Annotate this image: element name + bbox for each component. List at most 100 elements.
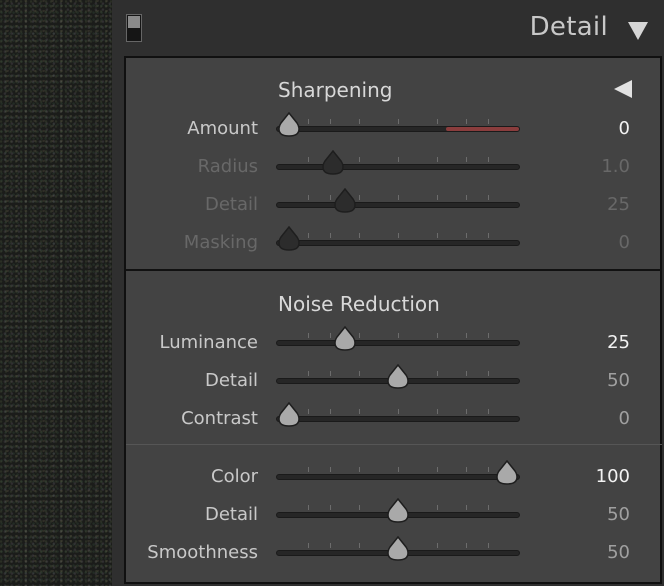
slider-track-radius[interactable] <box>276 150 520 175</box>
slider-value-smoothness[interactable]: 50 <box>607 534 630 572</box>
triangle-left-icon[interactable] <box>614 80 632 98</box>
slider-tick <box>330 195 332 200</box>
slider-tick <box>465 333 467 338</box>
slider-tick <box>308 157 310 162</box>
slider-track-luminance[interactable] <box>276 326 520 351</box>
slider-row-lum-detail: Detail 50 <box>0 362 664 400</box>
slider-tick <box>330 333 332 338</box>
slider-thumb-detail[interactable] <box>333 188 356 214</box>
slider-track-masking[interactable] <box>276 226 520 251</box>
slider-tick <box>487 467 489 472</box>
slider-tick <box>487 543 489 548</box>
slider-tick <box>359 467 361 472</box>
slider-tick <box>359 371 361 376</box>
slider-label-amount: Amount <box>187 118 258 139</box>
slider-tick <box>465 233 467 238</box>
slider-tick <box>487 233 489 238</box>
slider-value-lum-detail[interactable]: 50 <box>607 362 630 400</box>
slider-fill <box>446 127 519 131</box>
slider-tick <box>359 233 361 238</box>
slider-thumb-smoothness[interactable] <box>387 536 409 562</box>
slider-track-color[interactable] <box>276 460 520 485</box>
slider-track-detail[interactable] <box>276 188 520 213</box>
slider-track-color-detail[interactable] <box>276 498 520 523</box>
slider-row-radius: Radius 1.0 <box>0 148 664 186</box>
slider-tick <box>359 157 361 162</box>
slider-label-luminance: Luminance <box>159 332 258 353</box>
slider-label-lum-detail: Detail <box>204 370 258 391</box>
slider-tick <box>308 233 310 238</box>
slider-thumb-color[interactable] <box>496 460 518 486</box>
slider-thumb-amount[interactable] <box>278 112 300 138</box>
slider-tick <box>308 119 310 124</box>
slider-tick <box>436 119 438 124</box>
slider-thumb-lum-detail[interactable] <box>387 364 409 390</box>
slider-tick <box>465 157 467 162</box>
slider-tick <box>330 371 332 376</box>
slider-row-luminance: Luminance 25 <box>0 324 664 362</box>
slider-thumb-luminance[interactable] <box>333 326 356 352</box>
slider-value-color[interactable]: 100 <box>596 458 630 496</box>
slider-tick <box>436 409 438 414</box>
slider-row-color: Color 100 <box>0 458 664 496</box>
triangle-down-icon[interactable] <box>628 22 648 40</box>
slider-tick <box>330 467 332 472</box>
slider-tick <box>436 505 438 510</box>
slider-value-color-detail[interactable]: 50 <box>607 496 630 534</box>
slider-row-masking: Masking 0 <box>0 224 664 262</box>
slider-tick <box>359 543 361 548</box>
slider-value-amount[interactable]: 0 <box>619 110 630 148</box>
slider-tick <box>308 371 310 376</box>
slider-tick <box>436 543 438 548</box>
slider-thumb-radius[interactable] <box>321 150 344 176</box>
slider-tick <box>487 157 489 162</box>
slider-label-color-detail: Detail <box>204 504 258 525</box>
slider-thumb-contrast[interactable] <box>278 402 300 428</box>
slider-row-smoothness: Smoothness 50 <box>0 534 664 572</box>
slider-tick <box>487 333 489 338</box>
slider-tick <box>398 195 399 200</box>
slider-value-contrast[interactable]: 0 <box>619 400 630 438</box>
slider-tick <box>436 371 438 376</box>
slider-thumb-color-detail[interactable] <box>387 498 409 524</box>
slider-track-smoothness[interactable] <box>276 536 520 561</box>
slider-tick <box>308 505 310 510</box>
slider-tick <box>308 543 310 548</box>
slider-tick <box>398 233 399 238</box>
slider-tick <box>398 409 399 414</box>
slider-tick <box>436 233 438 238</box>
slider-track-contrast[interactable] <box>276 402 520 427</box>
slider-tick <box>487 195 489 200</box>
panel-header[interactable]: Detail <box>112 0 664 56</box>
slider-label-radius: Radius <box>197 156 258 177</box>
slider-label-masking: Masking <box>183 232 258 253</box>
slider-row-amount: Amount 0 <box>0 110 664 148</box>
slider-tick <box>465 371 467 376</box>
sharpening-title: Sharpening <box>278 78 393 102</box>
slider-tick <box>330 409 332 414</box>
slider-tick <box>330 119 332 124</box>
slider-value-masking[interactable]: 0 <box>619 224 630 262</box>
slider-tick <box>436 333 438 338</box>
slider-label-contrast: Contrast <box>181 408 258 429</box>
slider-value-detail[interactable]: 25 <box>607 186 630 224</box>
slider-tick <box>398 333 399 338</box>
slider-tick <box>330 505 332 510</box>
slider-tick <box>308 333 310 338</box>
panel-switch-icon[interactable] <box>126 14 142 42</box>
slider-value-radius[interactable]: 1.0 <box>601 148 630 186</box>
slider-tick <box>359 409 361 414</box>
slider-tick <box>465 543 467 548</box>
slider-track-amount[interactable] <box>276 112 520 137</box>
slider-tick <box>465 195 467 200</box>
slider-row-color-detail: Detail 50 <box>0 496 664 534</box>
subsection-divider <box>126 444 662 445</box>
slider-track-lum-detail[interactable] <box>276 364 520 389</box>
slider-tick <box>359 333 361 338</box>
slider-row-detail: Detail 25 <box>0 186 664 224</box>
slider-tick <box>487 505 489 510</box>
slider-label-smoothness: Smoothness <box>147 542 258 563</box>
slider-tick <box>487 409 489 414</box>
slider-thumb-masking[interactable] <box>278 226 300 252</box>
slider-value-luminance[interactable]: 25 <box>607 324 630 362</box>
